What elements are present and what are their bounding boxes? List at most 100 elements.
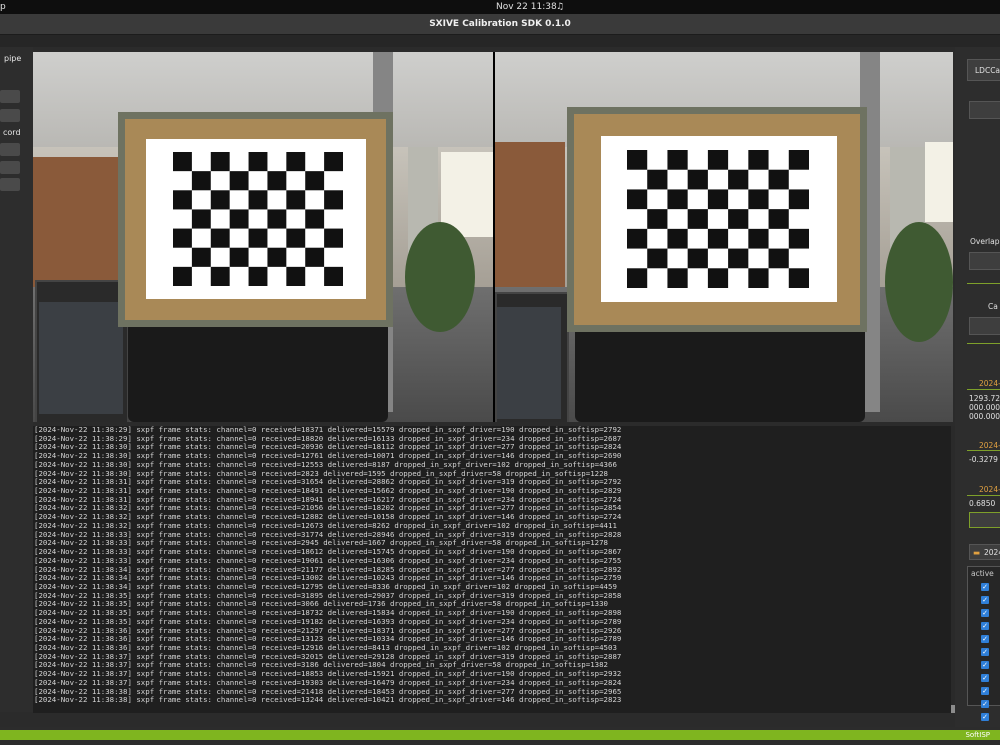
log-line: [2024-Nov-22 11:38:34] sxpf frame stats:… [34,582,617,591]
checker-square [667,189,688,210]
matrix-value-1: 1293.72 [969,394,1000,403]
bell-icon[interactable]: ♫ [556,0,564,14]
log-line: [2024-Nov-22 11:38:33] sxpf frame stats:… [34,556,622,565]
right-panel-button[interactable] [969,101,1000,119]
log-line: [2024-Nov-22 11:38:32] sxpf frame stats:… [34,504,622,513]
checker-square [768,209,789,229]
checker-square [173,266,192,286]
checkbox-checked-icon[interactable]: ✓ [981,609,989,617]
log-line: [2024-Nov-22 11:38:33] sxpf frame stats:… [34,539,608,548]
folder-icon: ▬ [973,548,981,557]
overlap-field[interactable] [969,252,1000,270]
separator [967,283,1000,284]
log-line: [2024-Nov-22 11:38:32] sxpf frame stats:… [34,521,617,530]
log-line: [2024-Nov-22 11:38:37] sxpf frame stats:… [34,678,622,687]
camera-view-left[interactable] [33,52,493,422]
active-header: active [971,569,994,578]
checker-square [324,266,343,286]
checkbox-checked-icon[interactable]: ✓ [981,674,989,682]
log-line: [2024-Nov-22 11:38:34] sxpf frame stats:… [34,574,622,583]
checker-square [667,268,688,288]
checker-square [191,247,211,267]
checker-square [305,247,325,267]
checker-square [788,189,809,210]
checker-square [210,228,230,248]
section3-field[interactable] [969,512,1000,528]
checker-square [728,209,749,229]
left-panel-button[interactable] [0,161,20,174]
system-clock[interactable]: Nov 22 11:38 [496,0,557,14]
right-control-panel: LDCCa Overlap Ca 2024- 1293.72 000.000 0… [955,47,1000,727]
section2-value: -0.3279 [969,455,998,464]
log-line: [2024-Nov-22 11:38:37] sxpf frame stats:… [34,670,622,679]
log-line: [2024-Nov-22 11:38:35] sxpf frame stats:… [34,591,622,600]
overlap-label: Overlap [970,237,1000,246]
window-title-bar: SXIVE Calibration SDK 0.1.0 [0,14,1000,35]
checkbox-checked-icon[interactable]: ✓ [981,700,989,708]
camera-view-right[interactable] [495,52,953,422]
checkbox-checked-icon[interactable]: ✓ [981,687,989,695]
checkbox-checked-icon[interactable]: ✓ [981,596,989,604]
checker-square [267,209,287,229]
left-panel-button[interactable] [0,143,20,156]
ca-field[interactable] [969,317,1000,335]
matrix-value-3: 000.000 [969,412,1000,421]
log-line: [2024-Nov-22 11:38:32] sxpf frame stats:… [34,513,622,522]
section2-date: 2024- [979,441,1000,450]
log-line: [2024-Nov-22 11:38:36] sxpf frame stats:… [34,635,622,644]
system-top-bar: p Nov 22 11:38 ♫ [0,0,1000,14]
checkbox-checked-icon[interactable]: ✓ [981,648,989,656]
checker-square [788,268,809,288]
separator [967,495,1000,496]
checker-square [305,209,325,229]
checker-square [768,169,789,190]
checker-square [687,169,708,190]
checker-square [768,248,789,269]
log-line: [2024-Nov-22 11:38:30] sxpf frame stats:… [34,443,622,452]
left-panel-button[interactable] [0,178,20,191]
record-label[interactable]: cord [3,128,21,137]
checker-square [229,171,249,191]
checker-square [324,152,343,172]
checker-square [728,248,749,269]
checker-square [210,190,230,210]
log-line: [2024-Nov-22 11:38:33] sxpf frame stats:… [34,548,622,557]
ldc-dropdown[interactable]: LDCCa [967,59,1000,81]
log-line: [2024-Nov-22 11:38:30] sxpf frame stats:… [34,460,617,469]
checker-square [173,228,192,248]
checkbox-checked-icon[interactable]: ✓ [981,622,989,630]
status-strip [0,730,1000,740]
checkbox-checked-icon[interactable]: ✓ [981,661,989,669]
left-panel-button[interactable] [0,109,20,122]
left-control-panel: pipe cord [0,47,33,712]
window-title: SXIVE Calibration SDK 0.1.0 [429,19,571,29]
separator [967,450,1000,451]
folder-button[interactable]: ▬ 2024 [969,544,1000,560]
checker-square [305,171,325,191]
log-line: [2024-Nov-22 11:38:36] sxpf frame stats:… [34,626,622,635]
checker-square [707,189,729,210]
checkbox-checked-icon[interactable]: ✓ [981,635,989,643]
checkbox-checked-icon[interactable]: ✓ [981,713,989,721]
log-line: [2024-Nov-22 11:38:31] sxpf frame stats:… [34,478,622,487]
log-line: [2024-Nov-22 11:38:35] sxpf frame stats:… [34,609,622,618]
checker-square [707,228,729,249]
checker-square [748,189,769,210]
log-console[interactable]: [2024-Nov-22 11:38:29] sxpf frame stats:… [33,426,951,713]
checker-square [748,228,769,249]
checker-square [627,150,648,170]
checker-square [647,209,668,229]
left-panel-button[interactable] [0,90,20,103]
checker-square [267,247,287,267]
separator [967,343,1000,344]
section1-date: 2024- [979,379,1000,388]
checkbox-checked-icon[interactable]: ✓ [981,583,989,591]
checker-square [687,209,708,229]
log-line: [2024-Nov-22 11:38:29] sxpf frame stats:… [34,426,622,434]
checker-square [210,152,230,172]
system-app-name[interactable]: p [0,0,6,14]
folder-label: 2024 [984,548,1000,557]
checker-square [248,152,268,172]
log-line: [2024-Nov-22 11:38:31] sxpf frame stats:… [34,487,622,496]
log-line: [2024-Nov-22 11:38:33] sxpf frame stats:… [34,530,622,539]
